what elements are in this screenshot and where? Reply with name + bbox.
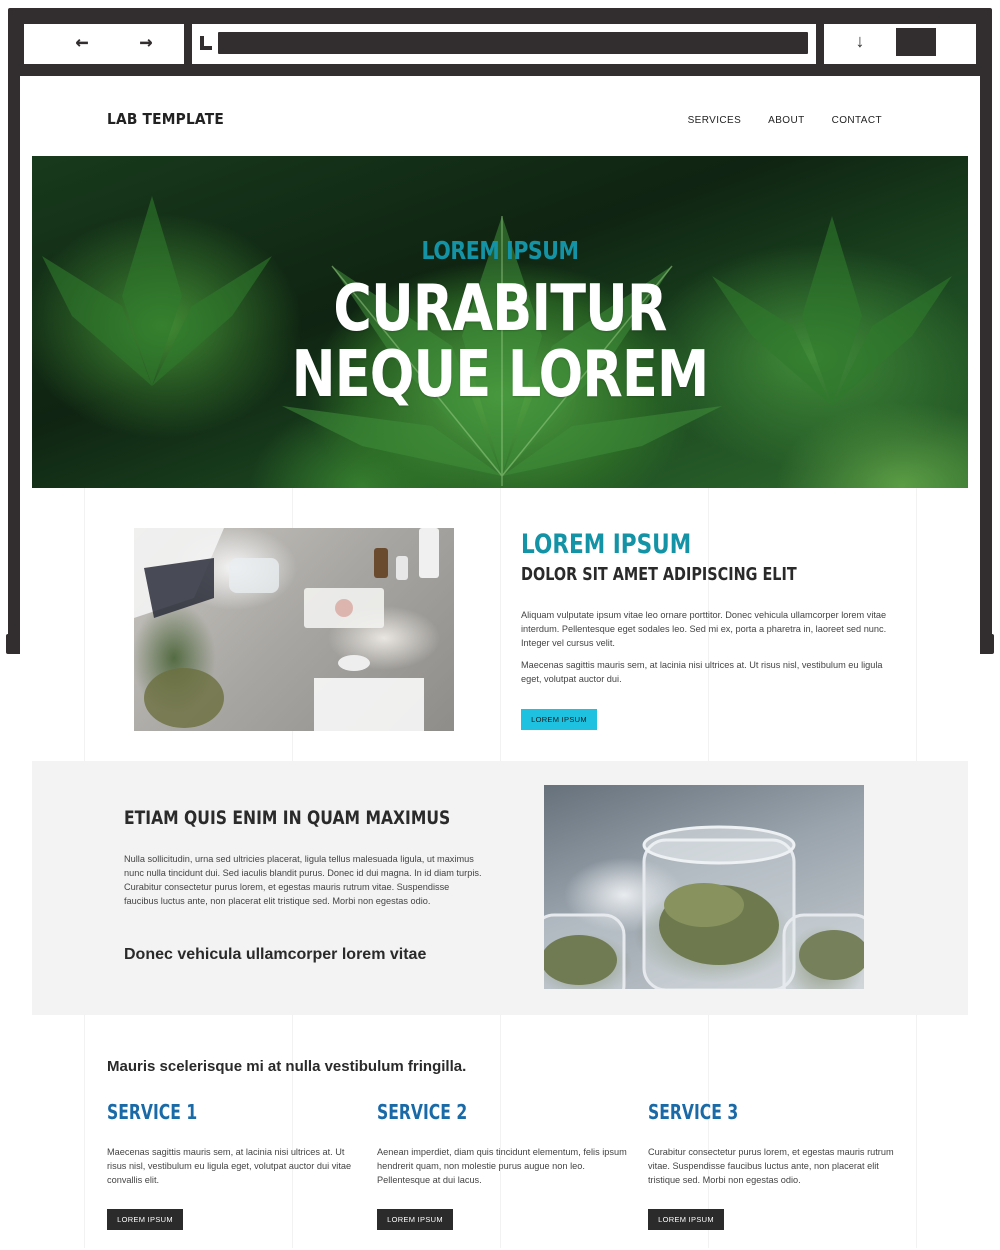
arrow-right-icon[interactable]: → [132, 31, 160, 55]
hero-banner: LOREM IPSUM CURABITUR NEQUE LOREM [32, 156, 968, 488]
services-title: Mauris scelerisque mi at nulla vestibulu… [107, 1058, 467, 1075]
lab-photo [134, 528, 454, 731]
bookmark-icon[interactable] [200, 36, 212, 50]
download-icon[interactable]: ↓ [852, 30, 868, 52]
service-title: SERVICE 3 [648, 1100, 739, 1124]
section-tagline: Donec vehicula ullamcorper lorem vitae [124, 946, 427, 963]
lorem-ipsum-button[interactable]: LOREM IPSUM [521, 709, 597, 730]
service-title: SERVICE 2 [377, 1100, 468, 1124]
service-text: Curabitur consectetur purus lorem, et eg… [648, 1147, 894, 1185]
body-text: Aliquam vulputate ipsum vitae leo ornare… [521, 610, 887, 648]
nav-link-about[interactable]: ABOUT [768, 115, 804, 126]
main-nav: SERVICES ABOUT CONTACT [688, 115, 882, 126]
service-text: Aenean imperdiet, diam quis tincidunt el… [377, 1147, 627, 1185]
service-title: SERVICE 1 [107, 1100, 198, 1124]
nav-link-services[interactable]: SERVICES [688, 115, 742, 126]
body-text: Nulla sollicitudin, urna sed ultricies p… [124, 854, 482, 906]
address-bar[interactable] [218, 32, 808, 54]
service-3-button[interactable]: LOREM IPSUM [648, 1209, 724, 1230]
section-subheading: DOLOR SIT AMET ADIPISCING ELIT [521, 564, 797, 585]
section-heading: LOREM IPSUM [521, 529, 692, 560]
section-heading: ETIAM QUIS ENIM IN QUAM MAXIMUS [124, 807, 451, 829]
service-1-button[interactable]: LOREM IPSUM [107, 1209, 183, 1230]
browser-frame-left [8, 60, 20, 640]
menu-icon[interactable] [896, 28, 936, 56]
hero-eyebrow: LOREM IPSUM [421, 236, 579, 265]
hero-title: CURABITUR NEQUE LOREM [116, 276, 884, 408]
hero-title-line: NEQUE LOREM [291, 338, 710, 412]
browser-frame-right [980, 60, 992, 640]
site-logo[interactable]: LAB TEMPLATE [107, 110, 224, 128]
arrow-left-icon[interactable]: ← [68, 31, 96, 55]
nav-buttons-area [24, 24, 184, 64]
nav-link-contact[interactable]: CONTACT [832, 115, 882, 126]
jars-photo [544, 785, 864, 989]
site-header: LAB TEMPLATE SERVICES ABOUT CONTACT [20, 76, 980, 156]
service-text: Maecenas sagittis mauris sem, at lacinia… [107, 1147, 352, 1185]
hero-title-line: CURABITUR [333, 272, 667, 346]
body-text: Maecenas sagittis mauris sem, at lacinia… [521, 660, 883, 684]
web-page: LAB TEMPLATE SERVICES ABOUT CONTACT LORE… [20, 76, 980, 1250]
service-2-button[interactable]: LOREM IPSUM [377, 1209, 453, 1230]
